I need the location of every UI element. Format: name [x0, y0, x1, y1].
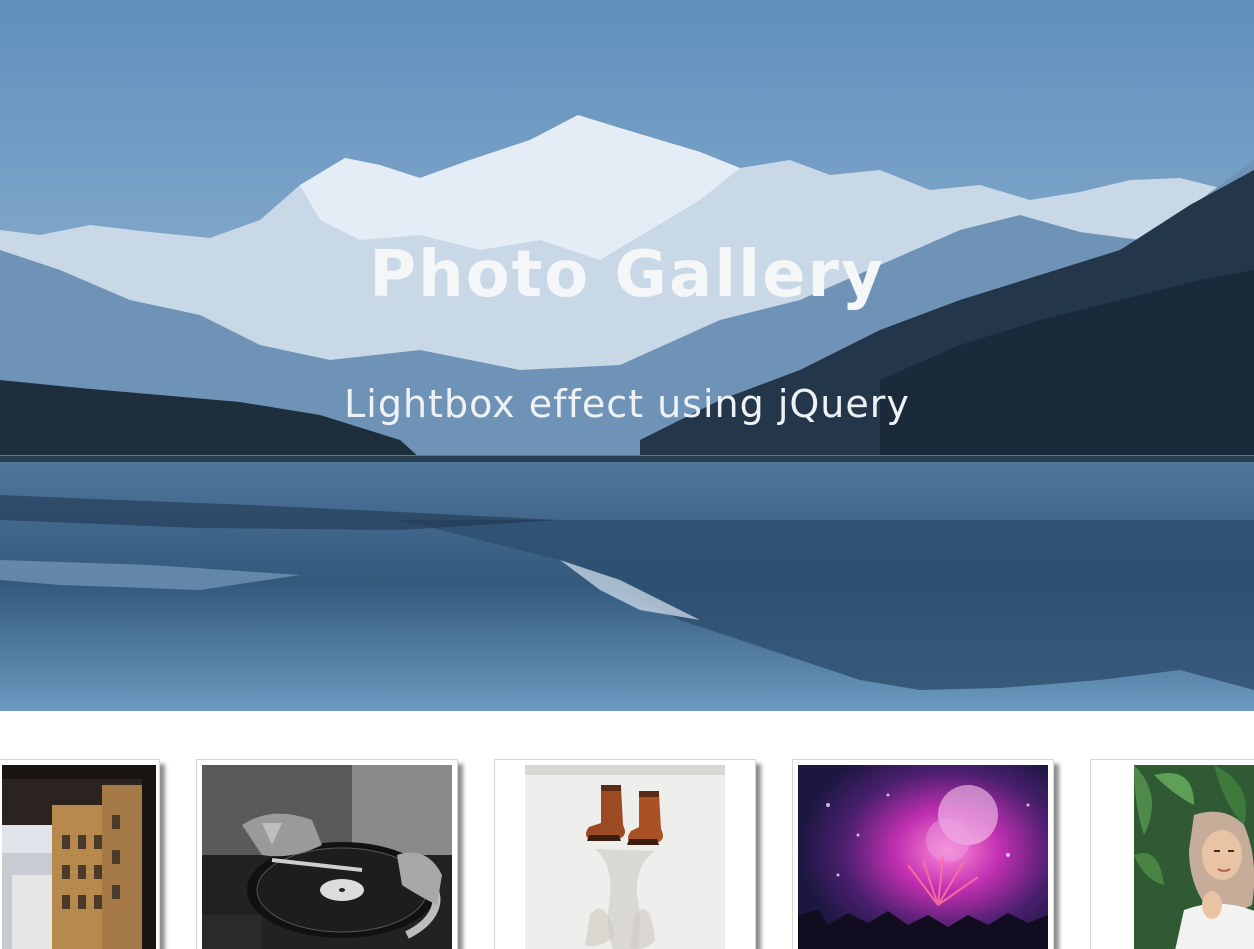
page-title: Photo Gallery [369, 238, 885, 312]
mountain-lake-image [0, 0, 1254, 711]
gallery-item-boots[interactable] [494, 759, 756, 949]
dj-turntable-photo [202, 765, 452, 949]
gallery-item-city-street[interactable] [0, 759, 160, 949]
gallery-item-concert[interactable] [792, 759, 1054, 949]
boots-on-snow-photo [525, 765, 725, 949]
concert-fireworks-photo [798, 765, 1048, 949]
gallery-item-dj-turntable[interactable] [196, 759, 458, 949]
city-street-through-window-photo [2, 765, 156, 949]
photo-gallery [0, 711, 1254, 949]
woman-in-hijab-photo [1134, 765, 1254, 949]
hero-banner: Photo Gallery Lightbox effect using jQue… [0, 0, 1254, 711]
gallery-item-portrait[interactable] [1090, 759, 1254, 949]
page-subtitle: Lightbox effect using jQuery [344, 382, 910, 426]
